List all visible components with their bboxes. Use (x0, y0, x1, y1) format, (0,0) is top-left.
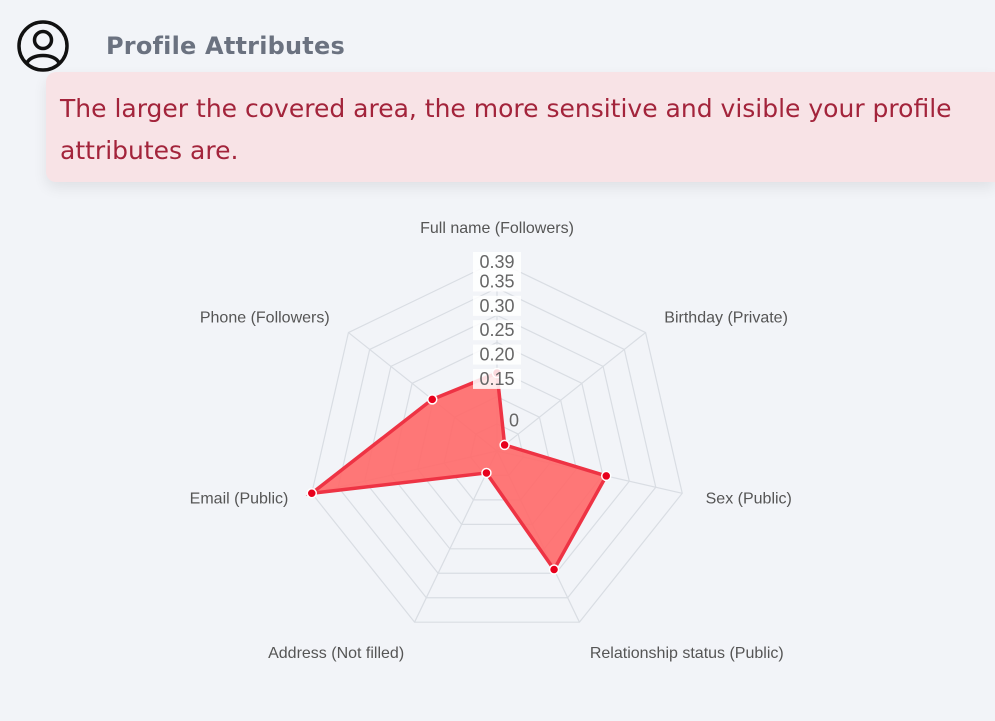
data-point (499, 439, 510, 451)
tick-label: 0 (509, 410, 519, 430)
tick-label: 0.35 (479, 271, 514, 291)
axis-label: Address (Not filled) (268, 645, 404, 662)
axis-label: Email (Public) (190, 491, 289, 508)
axis-label: Phone (Followers) (200, 310, 330, 327)
tick-label: 0.30 (479, 296, 514, 316)
data-point (548, 564, 560, 575)
tick-label: 0.25 (479, 320, 514, 340)
axis-label: Sex (Public) (706, 491, 792, 508)
radar-series (305, 367, 612, 575)
tick-label: 0.39 (479, 252, 514, 272)
tick-label: 0.20 (479, 345, 514, 365)
series-area (305, 370, 609, 573)
tick-label: 0.15 (479, 369, 514, 389)
data-point (306, 488, 318, 499)
data-point (600, 470, 612, 482)
data-point (426, 394, 438, 405)
axis-label: Birthday (Private) (664, 310, 788, 327)
axis-label: Full name (Followers) (420, 220, 574, 237)
data-point (481, 467, 492, 479)
axis-label: Relationship status (Public) (590, 645, 784, 662)
radar-chart: 0.15 0.20 0.25 0.30 0.350.39 0 Full name (Fol… (190, 220, 792, 662)
